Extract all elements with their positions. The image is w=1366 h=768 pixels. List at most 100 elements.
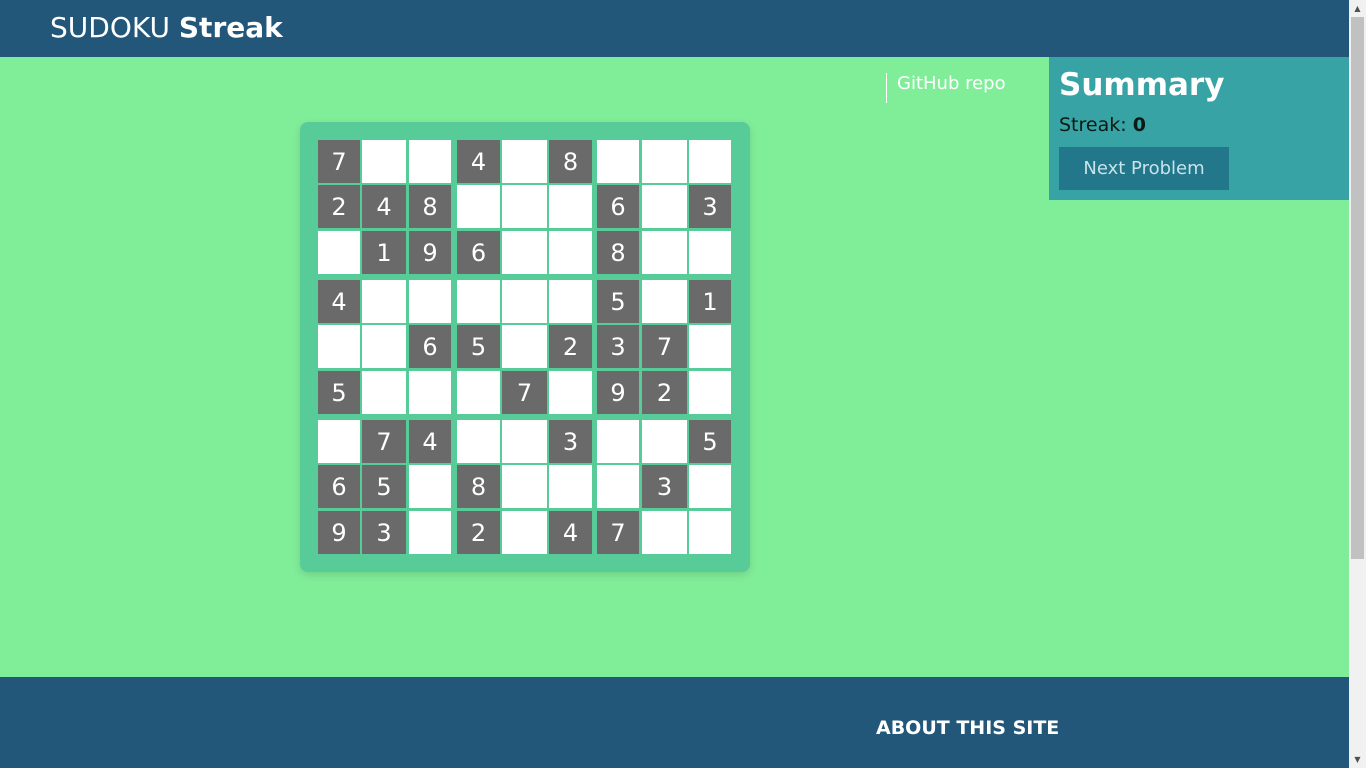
- sudoku-cell-empty[interactable]: [502, 280, 547, 323]
- site-title-bold: Streak: [178, 11, 283, 44]
- github-repo-link[interactable]: GitHub repo: [897, 73, 1006, 94]
- sudoku-cell-given: 9: [597, 371, 639, 414]
- sudoku-cell-empty[interactable]: [457, 420, 500, 463]
- sudoku-cell-given: 3: [362, 511, 406, 554]
- sudoku-cell-empty[interactable]: [642, 280, 687, 323]
- sudoku-cell-given: 7: [597, 511, 639, 554]
- sudoku-cell-given: 5: [318, 371, 360, 414]
- sudoku-cell-given: 1: [362, 231, 406, 274]
- sudoku-cell-given: 5: [362, 465, 406, 508]
- sudoku-cell-empty[interactable]: [549, 465, 592, 508]
- sudoku-cell-empty[interactable]: [318, 420, 360, 463]
- sudoku-cell-empty[interactable]: [409, 465, 451, 508]
- sudoku-cell-given: 4: [457, 140, 500, 183]
- sudoku-cell-given: 4: [409, 420, 451, 463]
- scroll-up-arrow-icon[interactable]: ▲: [1349, 0, 1366, 17]
- sudoku-cell-given: 5: [457, 325, 500, 368]
- sudoku-cell-given: 9: [409, 231, 451, 274]
- sudoku-board: 7482486319684516523757927435658393247: [300, 122, 750, 572]
- sudoku-cell-given: 3: [689, 185, 731, 228]
- sudoku-cell-empty[interactable]: [502, 511, 547, 554]
- sudoku-cell-empty[interactable]: [502, 420, 547, 463]
- sudoku-cell-empty[interactable]: [502, 185, 547, 228]
- sudoku-cell-given: 3: [642, 465, 687, 508]
- sudoku-cell-empty[interactable]: [597, 140, 639, 183]
- sudoku-cell-empty[interactable]: [642, 140, 687, 183]
- sudoku-cell-given: 5: [597, 280, 639, 323]
- page-scrollbar[interactable]: ▲ ▼: [1349, 0, 1366, 768]
- sudoku-cell-given: 4: [549, 511, 592, 554]
- sudoku-cell-empty[interactable]: [318, 231, 360, 274]
- sudoku-cell-empty[interactable]: [362, 140, 406, 183]
- sudoku-cell-given: 7: [318, 140, 360, 183]
- sudoku-cell-empty[interactable]: [502, 465, 547, 508]
- sudoku-cell-given: 1: [689, 280, 731, 323]
- footer-links: GitHub repo: [886, 73, 1006, 103]
- sudoku-cell-given: 6: [597, 185, 639, 228]
- sudoku-cell-empty[interactable]: [549, 231, 592, 274]
- sudoku-cell-empty[interactable]: [502, 325, 547, 368]
- sudoku-cell-given: 2: [549, 325, 592, 368]
- streak-counter: Streak: 0: [1059, 114, 1146, 136]
- sudoku-cell-empty[interactable]: [689, 325, 731, 368]
- site-title[interactable]: SUDOKU Streak: [50, 11, 283, 45]
- sudoku-cell-empty[interactable]: [597, 420, 639, 463]
- site-footer: ABOUT THIS SITE: [0, 677, 1349, 768]
- sudoku-cell-empty[interactable]: [642, 185, 687, 228]
- sudoku-cell-empty[interactable]: [642, 420, 687, 463]
- scroll-thumb[interactable]: [1351, 17, 1364, 559]
- sudoku-cell-empty[interactable]: [502, 140, 547, 183]
- site-header: SUDOKU Streak: [0, 0, 1349, 57]
- summary-panel: Summary Streak: 0 Next Problem: [1049, 57, 1349, 200]
- sudoku-cell-empty[interactable]: [409, 140, 451, 183]
- sudoku-cell-empty[interactable]: [362, 280, 406, 323]
- sudoku-cell-empty[interactable]: [362, 325, 406, 368]
- sudoku-cell-given: 8: [549, 140, 592, 183]
- sudoku-cell-given: 7: [502, 371, 547, 414]
- sudoku-cell-given: 4: [318, 280, 360, 323]
- sudoku-cell-empty[interactable]: [689, 371, 731, 414]
- sudoku-cell-empty[interactable]: [689, 465, 731, 508]
- sudoku-cell-empty[interactable]: [642, 231, 687, 274]
- sudoku-cell-empty[interactable]: [409, 511, 451, 554]
- sudoku-cell-given: 9: [318, 511, 360, 554]
- sudoku-cell-empty[interactable]: [689, 140, 731, 183]
- streak-label: Streak:: [1059, 114, 1127, 136]
- sudoku-cell-empty[interactable]: [689, 511, 731, 554]
- sudoku-cell-empty[interactable]: [409, 371, 451, 414]
- sudoku-cell-given: 5: [689, 420, 731, 463]
- sudoku-cell-empty[interactable]: [457, 185, 500, 228]
- sudoku-cell-empty[interactable]: [549, 185, 592, 228]
- sudoku-cell-given: 6: [457, 231, 500, 274]
- summary-title: Summary: [1059, 67, 1225, 103]
- sudoku-cell-empty[interactable]: [597, 465, 639, 508]
- sudoku-cell-given: 8: [597, 231, 639, 274]
- sudoku-cell-empty[interactable]: [689, 231, 731, 274]
- sudoku-cell-empty[interactable]: [362, 371, 406, 414]
- sudoku-cell-given: 3: [549, 420, 592, 463]
- streak-value: 0: [1132, 114, 1146, 136]
- next-problem-button[interactable]: Next Problem: [1059, 147, 1229, 190]
- footer-heading: ABOUT THIS SITE: [876, 717, 1060, 739]
- sudoku-cell-empty[interactable]: [457, 280, 500, 323]
- sudoku-cell-empty[interactable]: [318, 325, 360, 368]
- sudoku-cell-given: 4: [362, 185, 406, 228]
- sudoku-cell-given: 7: [362, 420, 406, 463]
- sudoku-cell-given: 2: [642, 371, 687, 414]
- sudoku-cell-given: 3: [597, 325, 639, 368]
- sudoku-cell-given: 6: [409, 325, 451, 368]
- sudoku-cell-given: 2: [318, 185, 360, 228]
- sudoku-cell-given: 6: [318, 465, 360, 508]
- sudoku-cell-given: 8: [457, 465, 500, 508]
- sudoku-cell-empty[interactable]: [457, 371, 500, 414]
- scroll-down-arrow-icon[interactable]: ▼: [1349, 751, 1366, 768]
- sudoku-cell-given: 7: [642, 325, 687, 368]
- site-title-regular: SUDOKU: [50, 11, 170, 44]
- sudoku-cell-given: 2: [457, 511, 500, 554]
- sudoku-cell-empty[interactable]: [502, 231, 547, 274]
- sudoku-cell-empty[interactable]: [409, 280, 451, 323]
- sudoku-grid: 7482486319684516523757927435658393247: [300, 122, 750, 572]
- sudoku-cell-empty[interactable]: [549, 280, 592, 323]
- sudoku-cell-empty[interactable]: [549, 371, 592, 414]
- sudoku-cell-empty[interactable]: [642, 511, 687, 554]
